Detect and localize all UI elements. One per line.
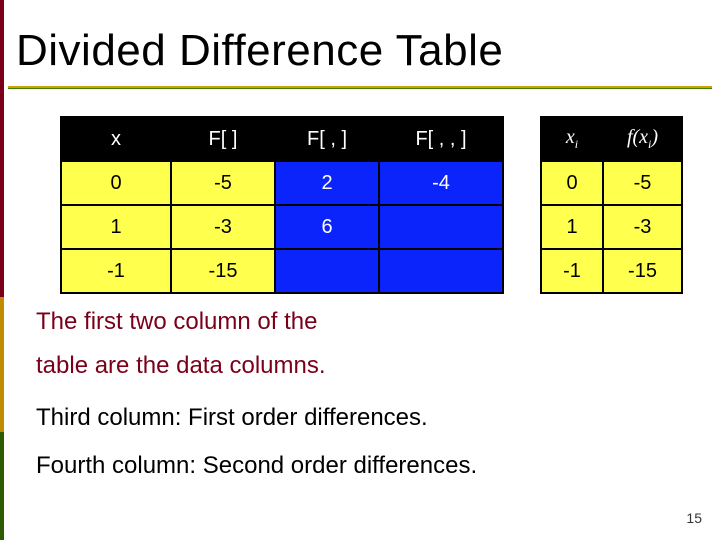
fxi-post: ) [651, 126, 658, 148]
slide-title: Divided Difference Table [16, 26, 503, 76]
cell-f0: -15 [171, 249, 275, 293]
cell-f2-empty [379, 205, 503, 249]
cell-f2-empty [379, 249, 503, 293]
col-header-f1: F[ , ] [275, 117, 379, 161]
cell-fxi: -15 [603, 249, 682, 293]
cell-x: -1 [61, 249, 171, 293]
cell-f0: -3 [171, 205, 275, 249]
table-row: 1 -3 [541, 205, 682, 249]
cell-fxi: -5 [603, 161, 682, 205]
table-row: -1 -15 [541, 249, 682, 293]
tables-row: x F[ ] F[ , ] F[ , , ] 0 -5 2 -4 1 -3 6 … [60, 116, 683, 294]
cell-x: 1 [61, 205, 171, 249]
cell-f1: 6 [275, 205, 379, 249]
page-number: 15 [686, 510, 702, 526]
table-row: 1 -3 6 [61, 205, 503, 249]
body-line-4: Fourth column: Second order differences. [36, 452, 477, 480]
col-header-fxi: f(xi) [603, 117, 682, 161]
col-header-xi: xi [541, 117, 603, 161]
cell-f1: 2 [275, 161, 379, 205]
body-line-2: table are the data columns. [36, 352, 326, 380]
cell-x: 0 [61, 161, 171, 205]
body-line-3: Third column: First order differences. [36, 404, 428, 432]
fxi-pre: f(x [627, 126, 648, 148]
cell-f1-empty [275, 249, 379, 293]
divided-difference-table: x F[ ] F[ , ] F[ , , ] 0 -5 2 -4 1 -3 6 … [60, 116, 504, 294]
col-header-f0: F[ ] [171, 117, 275, 161]
cell-fxi: -3 [603, 205, 682, 249]
title-underline [8, 86, 712, 89]
xi-subscript: i [575, 137, 578, 151]
cell-f2: -4 [379, 161, 503, 205]
table-header-row: xi f(xi) [541, 117, 682, 161]
body-line-1: The first two column of the [36, 308, 317, 336]
col-header-f2: F[ , , ] [379, 117, 503, 161]
table-row: 0 -5 [541, 161, 682, 205]
cell-xi: -1 [541, 249, 603, 293]
cell-f0: -5 [171, 161, 275, 205]
slide-edge-stripe [0, 0, 4, 540]
table-header-row: x F[ ] F[ , ] F[ , , ] [61, 117, 503, 161]
xi-symbol: x [566, 126, 575, 148]
col-header-x: x [61, 117, 171, 161]
table-row: -1 -15 [61, 249, 503, 293]
data-points-table: xi f(xi) 0 -5 1 -3 -1 -15 [540, 116, 683, 294]
table-row: 0 -5 2 -4 [61, 161, 503, 205]
cell-xi: 0 [541, 161, 603, 205]
cell-xi: 1 [541, 205, 603, 249]
